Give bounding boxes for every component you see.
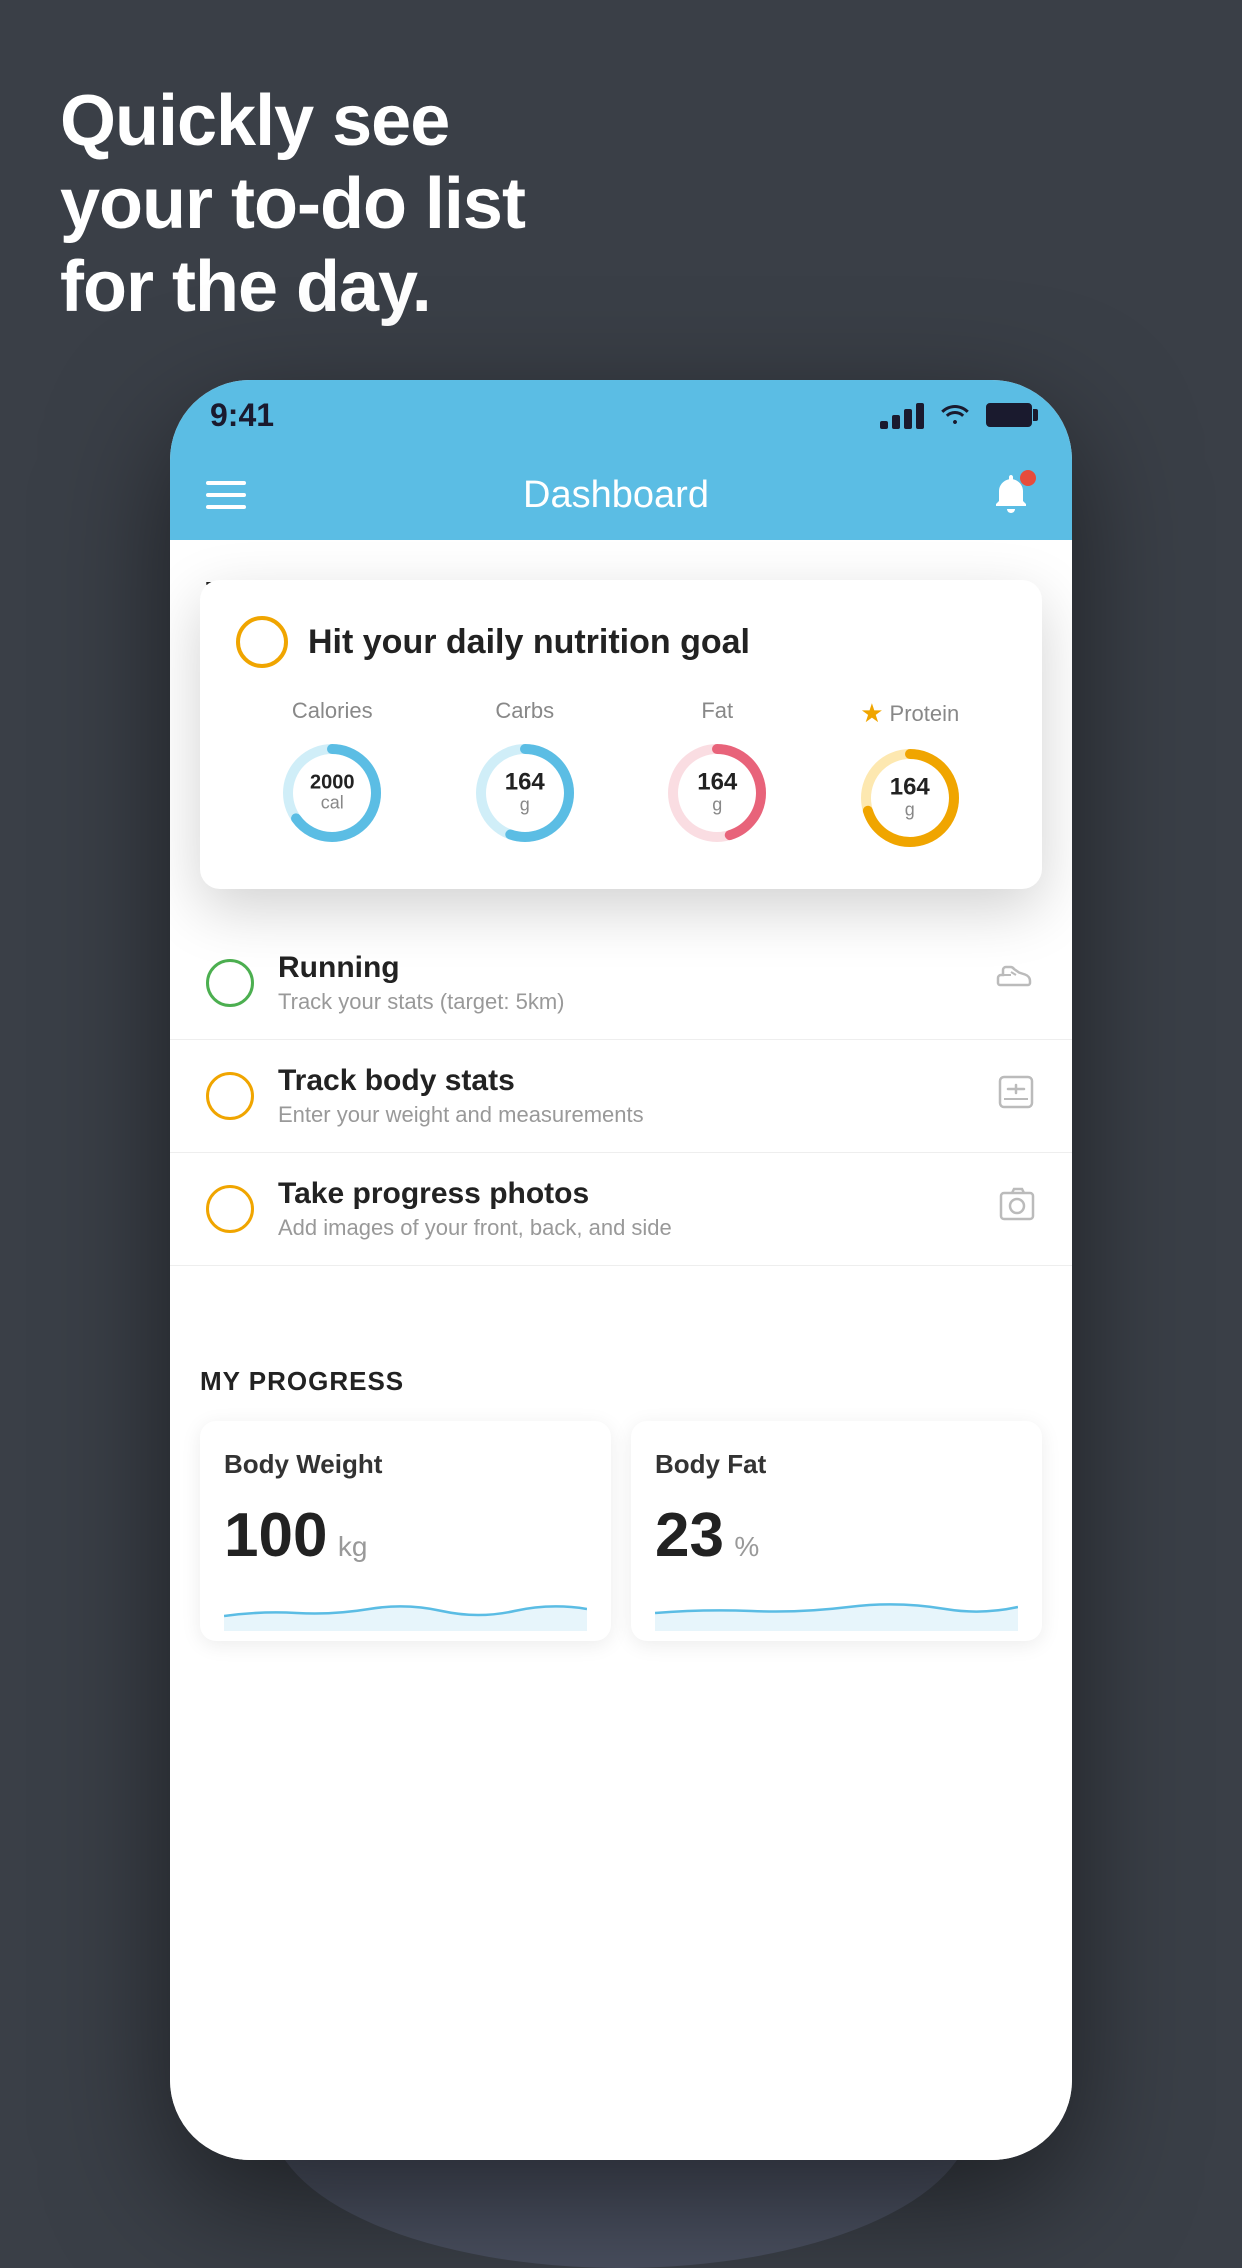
body-weight-value-row: 100 kg [224, 1500, 587, 1571]
carbs-label: Carbs [495, 698, 554, 724]
progress-photos-circle [206, 1185, 254, 1233]
body-fat-title: Body Fat [655, 1449, 1018, 1480]
wifi-icon [938, 398, 972, 433]
signal-icon [880, 401, 924, 429]
nutrition-grid: Calories 2000 cal Carbs [236, 698, 1006, 853]
nutrition-carbs: Carbs 164 g [470, 698, 580, 853]
nutrition-protein: ★ Protein 164 g [855, 698, 965, 853]
app-bar: Dashboard [170, 450, 1072, 540]
todo-item-running[interactable]: Running Track your stats (target: 5km) [170, 927, 1072, 1040]
running-subtitle: Track your stats (target: 5km) [278, 989, 972, 1015]
nutrition-card: Hit your daily nutrition goal Calories 2… [200, 580, 1042, 889]
bell-icon[interactable] [986, 470, 1036, 520]
todo-list: Running Track your stats (target: 5km) T… [170, 927, 1072, 1266]
body-fat-value-row: 23 % [655, 1500, 1018, 1571]
progress-cards: Body Weight 100 kg Body Fat [200, 1421, 1042, 1641]
carbs-donut: 164 g [470, 738, 580, 848]
running-circle [206, 959, 254, 1007]
todo-item-body-stats[interactable]: Track body stats Enter your weight and m… [170, 1040, 1072, 1153]
body-weight-chart [224, 1581, 587, 1631]
nutrition-fat: Fat 164 g [662, 698, 772, 853]
status-time: 9:41 [210, 397, 274, 434]
progress-photos-subtitle: Add images of your front, back, and side [278, 1215, 974, 1241]
body-stats-title: Track body stats [278, 1064, 972, 1098]
body-weight-unit: kg [338, 1531, 368, 1562]
running-text: Running Track your stats (target: 5km) [278, 951, 972, 1015]
todo-item-progress-photos[interactable]: Take progress photos Add images of your … [170, 1153, 1072, 1266]
headline-line1: Quickly see [60, 80, 525, 163]
body-fat-value: 23 [655, 1501, 724, 1570]
nutrition-card-title: Hit your daily nutrition goal [308, 623, 750, 662]
photo-icon [998, 1187, 1036, 1232]
calories-value: 2000 cal [310, 773, 355, 814]
star-icon: ★ [860, 698, 883, 729]
headline: Quickly see your to-do list for the day. [60, 80, 525, 328]
protein-label-text: Protein [890, 701, 960, 727]
body-stats-circle [206, 1072, 254, 1120]
body-fat-chart [655, 1581, 1018, 1631]
scale-icon [996, 1073, 1036, 1120]
shoe-icon [996, 962, 1036, 1004]
bell-notification-dot [1020, 470, 1036, 486]
progress-section: MY PROGRESS Body Weight 100 kg [170, 1326, 1072, 1641]
fat-value: 164 g [697, 771, 737, 816]
calories-donut: 2000 cal [277, 738, 387, 848]
headline-line3: for the day. [60, 246, 525, 329]
body-weight-card: Body Weight 100 kg [200, 1421, 611, 1641]
fat-label: Fat [701, 698, 733, 724]
phone-frame: 9:41 Dashboa [170, 380, 1072, 2160]
body-fat-card: Body Fat 23 % [631, 1421, 1042, 1641]
progress-photos-title: Take progress photos [278, 1177, 974, 1211]
fat-donut: 164 g [662, 738, 772, 848]
headline-line2: your to-do list [60, 163, 525, 246]
body-fat-unit: % [734, 1531, 759, 1562]
protein-value: 164 g [890, 776, 930, 821]
hamburger-icon[interactable] [206, 481, 246, 509]
battery-icon [986, 403, 1032, 427]
body-weight-value: 100 [224, 1501, 327, 1570]
status-bar: 9:41 [170, 380, 1072, 450]
progress-section-title: MY PROGRESS [200, 1366, 1042, 1397]
status-icons [880, 398, 1032, 433]
protein-donut: 164 g [855, 743, 965, 853]
body-stats-text: Track body stats Enter your weight and m… [278, 1064, 972, 1128]
protein-label: ★ Protein [860, 698, 959, 729]
body-stats-subtitle: Enter your weight and measurements [278, 1102, 972, 1128]
nutrition-card-title-row: Hit your daily nutrition goal [236, 616, 1006, 668]
carbs-value: 164 g [505, 771, 545, 816]
app-title: Dashboard [523, 474, 709, 517]
progress-photos-text: Take progress photos Add images of your … [278, 1177, 974, 1241]
body-weight-title: Body Weight [224, 1449, 587, 1480]
running-title: Running [278, 951, 972, 985]
phone-content: THINGS TO DO TODAY Hit your daily nutrit… [170, 540, 1072, 2160]
calories-label: Calories [292, 698, 373, 724]
nutrition-calories: Calories 2000 cal [277, 698, 387, 853]
nutrition-checkbox[interactable] [236, 616, 288, 668]
